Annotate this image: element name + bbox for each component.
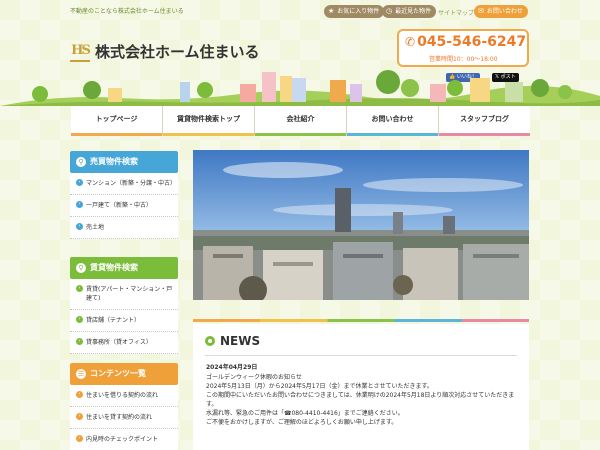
arrow-icon: › [76, 413, 83, 420]
business-hours: 営業時間10：00～18:00 [429, 56, 498, 63]
sidebar-item-house[interactable]: › 一戸建て（新築・中古） [70, 195, 178, 217]
news-divider [205, 355, 517, 356]
color-stripe-divider [193, 319, 529, 322]
star-icon: ★ [328, 7, 335, 15]
arrow-icon: › [76, 316, 83, 323]
news-line-3: 水漏れ等、緊急のご用件は「☎080-4410-4416」までご連絡ください。 [206, 410, 404, 417]
search-icon: ⚲ [76, 157, 86, 167]
phone-icon: ✆ [405, 35, 416, 49]
recent-label: 最近見た物件 [395, 8, 432, 15]
sidebar-item-rent-flow[interactable]: › 住まいを借りる契約の流れ [70, 385, 178, 407]
search-icon: ⚲ [76, 263, 86, 273]
arrow-icon: › [76, 285, 83, 292]
news-date: 2024年04月29日 [206, 364, 258, 371]
nav-rental-search[interactable]: 賃貸物件検索トップ [163, 106, 255, 136]
menu-icon: ☰ [76, 369, 86, 379]
arrow-icon: › [76, 391, 83, 398]
sidebar-item-mansion[interactable]: › マンション（新築・分譲・中古） [70, 173, 178, 195]
favorites-label: お気に入り物件 [337, 8, 380, 15]
circle-icon [205, 336, 215, 346]
clock-icon: ◷ [386, 7, 393, 15]
arrow-icon: › [76, 435, 83, 442]
arrow-icon: › [76, 179, 83, 186]
contact-button[interactable]: ✉ お問い合わせ [474, 5, 528, 18]
sale-search-header[interactable]: ⚲ 売買物件検索 [70, 151, 178, 173]
news-item-title[interactable]: ゴールデンウィーク休暇のお知らせ [206, 373, 518, 382]
news-heading: NEWS [205, 334, 260, 348]
arrow-icon: › [76, 223, 83, 230]
sidebar-item-rental-housing[interactable]: › 賃貸(アパート・マンション・戸建て) [70, 279, 178, 310]
arrow-icon: › [76, 201, 83, 208]
town-illustration [0, 70, 600, 106]
city-view-photo [193, 150, 529, 300]
news-line-2: この期間中にいただいたお問い合わせにつきましては、休業明けの2024年5月18日… [206, 392, 515, 408]
news-line-4: ご不便をおかけしますが、ご理解のほどよろしくお願い申し上げます。 [206, 419, 398, 426]
sitemap-link[interactable]: サイトマップ [438, 8, 474, 17]
mail-icon: ✉ [478, 7, 484, 15]
sidebar-item-viewing-checkpoints[interactable]: › 内見時のチェックポイント [70, 429, 178, 450]
nav-company[interactable]: 会社紹介 [255, 106, 347, 136]
contents-box: ☰ コンテンツ一覧 › 住まいを借りる契約の流れ › 住まいを貸す契約の流れ › 内見… [70, 363, 178, 450]
global-nav: トップページ 賃貸物件検索トップ 会社紹介 お問い合わせ スタッフブログ [71, 106, 530, 136]
sidebar-item-lease-flow[interactable]: › 住まいを貸す契約の流れ [70, 407, 178, 429]
sidebar-item-rental-office[interactable]: › 貸事務所（貸オフィス） [70, 332, 178, 354]
rent-search-box: ⚲ 賃貸物件検索 › 賃貸(アパート・マンション・戸建て) › 貸店舗（テナント） … [70, 257, 178, 354]
nav-staff-blog[interactable]: スタッフブログ [439, 106, 530, 136]
news-item: 2024年04月29日 ゴールデンウィーク休暇のお知らせ 2024年5月13日（… [206, 363, 518, 427]
company-name[interactable]: 株式会社ホーム住まいる [95, 41, 260, 62]
sale-search-box: ⚲ 売買物件検索 › マンション（新築・分譲・中古） › 一戸建て（新築・中古） ›… [70, 151, 178, 239]
phone-number[interactable]: ✆ 045-546-6247 [405, 34, 526, 50]
contents-header[interactable]: ☰ コンテンツ一覧 [70, 363, 178, 385]
site-tagline: 不動産のことなら株式会社ホーム住まいる [70, 8, 184, 15]
top-bar: 不動産のことなら株式会社ホーム住まいる ★ お気に入り物件 ◷ 最近見た物件 サ… [0, 0, 600, 22]
sidebar-item-rental-store[interactable]: › 貸店舗（テナント） [70, 310, 178, 332]
nav-top-page[interactable]: トップページ [71, 106, 163, 136]
arrow-icon: › [76, 338, 83, 345]
news-section: NEWS 2024年04月29日 ゴールデンウィーク休暇のお知らせ 2024年5… [193, 324, 529, 450]
phone-box: ✆ 045-546-6247 営業時間10：00～18:00 [397, 29, 529, 67]
contact-label: お問い合わせ [486, 8, 523, 15]
rent-search-header[interactable]: ⚲ 賃貸物件検索 [70, 257, 178, 279]
recent-viewed-button[interactable]: ◷ 最近見た物件 [382, 5, 437, 18]
sidebar-item-land[interactable]: › 売土地 [70, 217, 178, 239]
favorites-button[interactable]: ★ お気に入り物件 [324, 5, 385, 18]
company-logo[interactable]: HS [70, 42, 91, 62]
nav-contact[interactable]: お問い合わせ [347, 106, 439, 136]
news-line-1: 2024年5月13日（月）から2024年5月17日（金）まで休業とさせていただき… [206, 383, 433, 390]
